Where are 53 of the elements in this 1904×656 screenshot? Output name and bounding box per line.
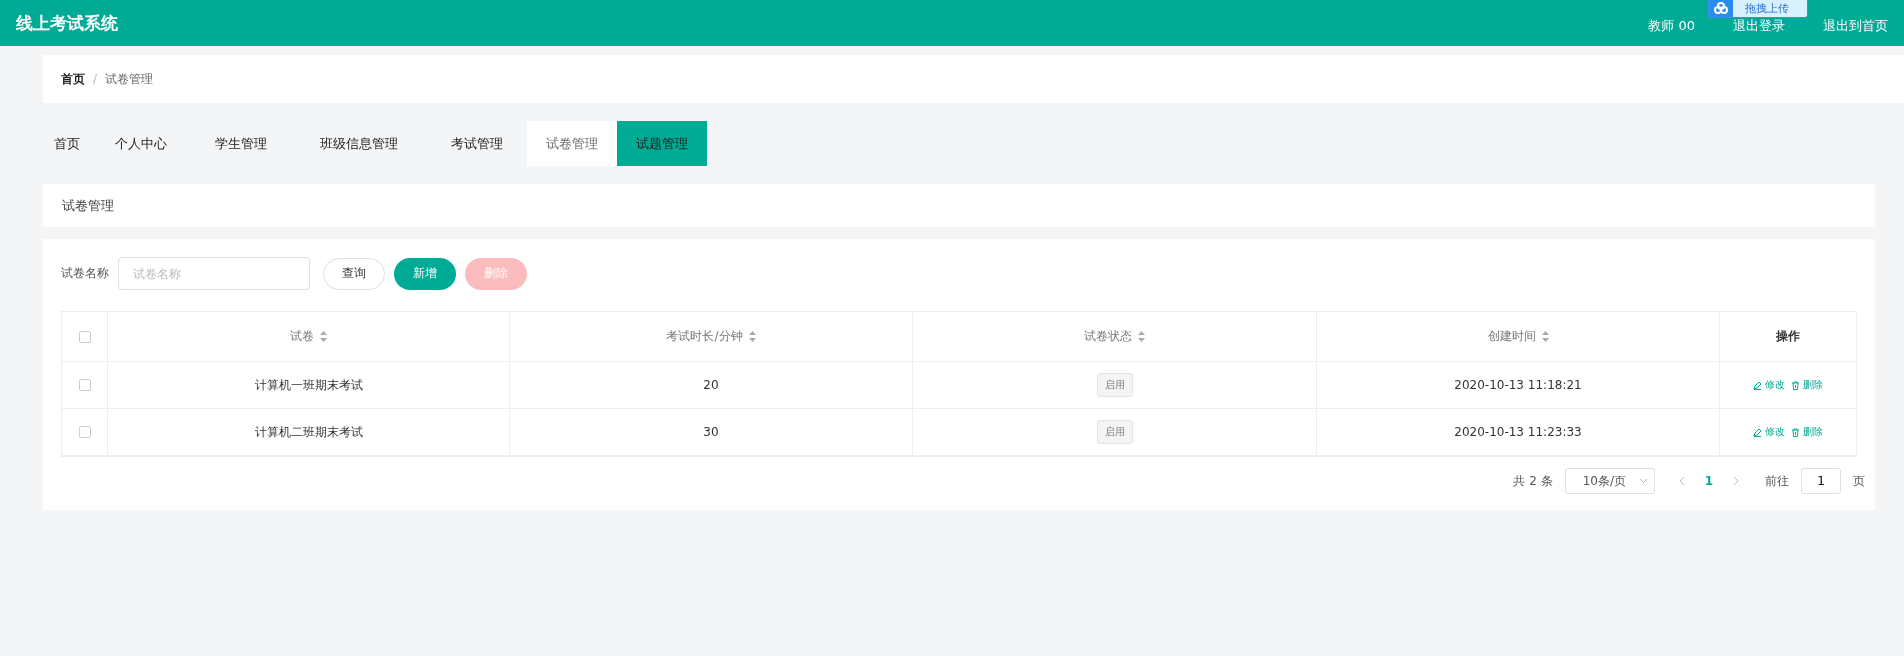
breadcrumb-item[interactable]: 首页 bbox=[61, 70, 85, 88]
edit-link[interactable]: 修改 bbox=[1753, 425, 1785, 439]
column-header[interactable]: 试卷状态 bbox=[1084, 328, 1132, 345]
page-suffix: 页 bbox=[1853, 472, 1865, 490]
sort-icon[interactable] bbox=[748, 331, 756, 342]
cloud-icon bbox=[1709, 0, 1733, 17]
pencil-icon bbox=[1753, 427, 1762, 437]
page-size-select[interactable]: 10条/页 bbox=[1564, 468, 1655, 494]
delete-link[interactable]: 删除 bbox=[1791, 425, 1823, 439]
sort-icon[interactable] bbox=[1138, 331, 1145, 342]
trash-icon bbox=[1791, 427, 1800, 437]
delete-link[interactable]: 删除 bbox=[1791, 378, 1823, 392]
app-title: 线上考试系统 bbox=[16, 11, 118, 35]
edit-link[interactable]: 修改 bbox=[1753, 378, 1785, 392]
table-cell: 2020-10-13 11:23:33 bbox=[1454, 425, 1582, 439]
table-cell: 计算机二班期末考试 bbox=[254, 423, 363, 441]
table-cell: 2020-10-13 11:18:21 bbox=[1454, 378, 1582, 392]
name-input[interactable]: 试卷名称 bbox=[118, 257, 310, 290]
status-tag: 启用 bbox=[1096, 420, 1133, 444]
pencil-icon bbox=[1753, 380, 1762, 390]
search-button[interactable]: 查询 bbox=[323, 257, 385, 290]
add-button[interactable]: 新增 bbox=[394, 257, 456, 290]
trash-icon bbox=[1791, 380, 1800, 390]
column-header[interactable]: 试卷 bbox=[290, 328, 314, 345]
field-label: 试卷名称 bbox=[61, 265, 109, 282]
column-header[interactable]: 考试时长/分钟 bbox=[666, 328, 743, 345]
upload-widget[interactable]: 拖拽上传 bbox=[1708, 0, 1808, 18]
column-header: 操作 bbox=[1776, 328, 1800, 345]
checkbox[interactable] bbox=[78, 379, 91, 391]
table-cell: 计算机一班期末考试 bbox=[254, 376, 363, 394]
table-cell: 20 bbox=[703, 378, 719, 392]
section-title: 试卷管理 bbox=[43, 184, 1875, 227]
header-link[interactable]: 退出登录 bbox=[1733, 17, 1785, 35]
page-input[interactable]: 1 bbox=[1801, 468, 1841, 494]
sort-icon[interactable] bbox=[320, 331, 327, 342]
page-number[interactable]: 1 bbox=[1696, 474, 1721, 488]
breadcrumb-separator: / bbox=[93, 72, 98, 86]
nav-tab[interactable]: 试题管理 bbox=[617, 121, 707, 166]
checkbox[interactable] bbox=[78, 330, 91, 343]
chevron-down-icon bbox=[1638, 478, 1648, 484]
chevron-right-icon[interactable] bbox=[1733, 476, 1739, 486]
goto-label: 前往 bbox=[1765, 472, 1789, 490]
user-name: 教师 00 bbox=[1648, 17, 1695, 35]
checkbox[interactable] bbox=[78, 426, 91, 438]
nav-tab[interactable]: 试卷管理 bbox=[527, 121, 617, 166]
status-tag: 启用 bbox=[1096, 373, 1133, 397]
chevron-left-icon[interactable] bbox=[1678, 476, 1685, 486]
table-cell: 30 bbox=[703, 425, 719, 439]
sort-icon[interactable] bbox=[1541, 331, 1549, 342]
breadcrumb-item: 试卷管理 bbox=[105, 70, 154, 88]
header-link[interactable]: 退出到首页 bbox=[1823, 17, 1888, 35]
column-header[interactable]: 创建时间 bbox=[1487, 328, 1536, 345]
total-count: 共 2 条 bbox=[1513, 472, 1553, 490]
